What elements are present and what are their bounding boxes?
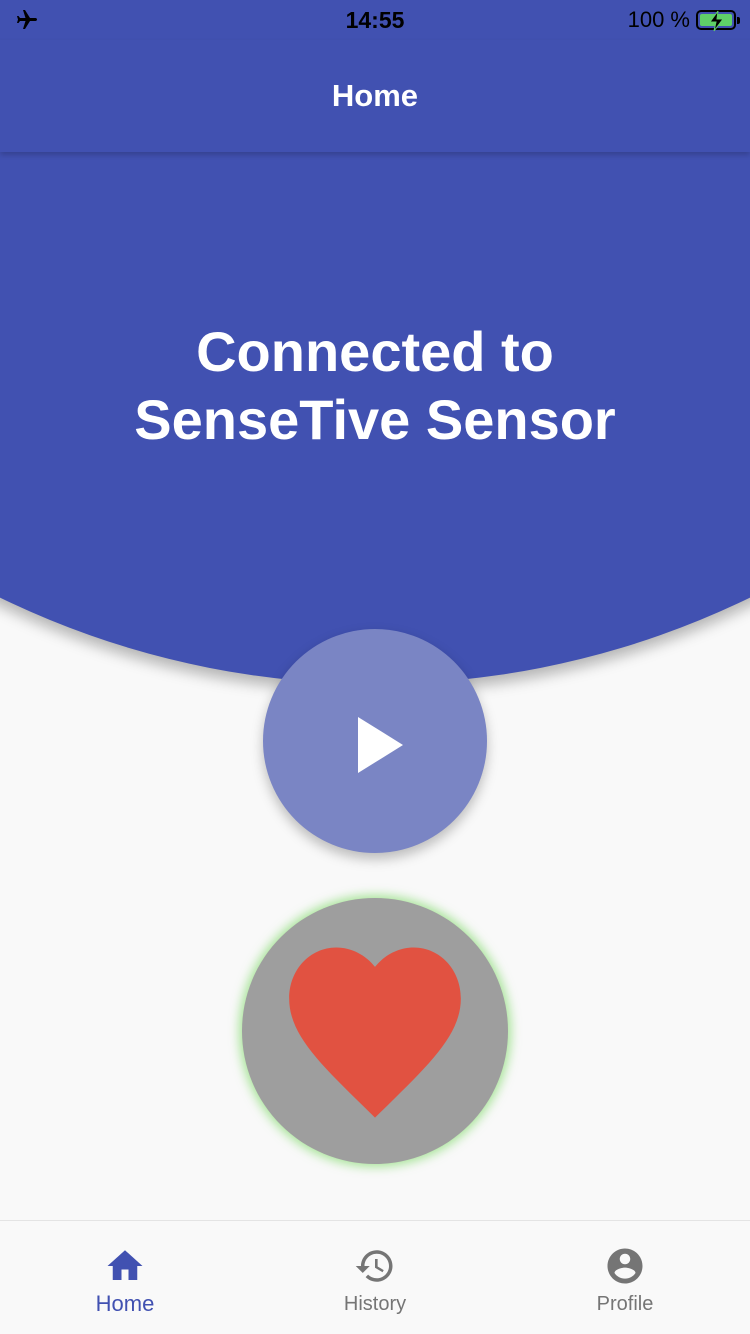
play-icon	[358, 717, 403, 773]
battery-percentage: 100 %	[627, 7, 690, 32]
nav-item-profile[interactable]: Profile	[500, 1221, 750, 1334]
history-icon	[355, 1250, 393, 1282]
page-title: Home	[331, 78, 419, 113]
connection-status: Connected to SenseTive Sensor	[0, 318, 750, 454]
battery-charging-icon	[696, 10, 740, 32]
heart-icon	[289, 947, 461, 1118]
nav-label-profile: Profile	[596, 1293, 654, 1315]
app-bar: Home	[0, 40, 750, 152]
connection-status-line2: SenseTive Sensor	[134, 388, 616, 451]
status-bar: 14:55 100 %	[0, 0, 750, 40]
bottom-navigation: Home History Profile	[0, 1220, 750, 1334]
connection-status-line1: Connected to	[196, 320, 554, 383]
nav-item-history[interactable]: History	[250, 1221, 500, 1334]
home-icon	[107, 1250, 143, 1280]
nav-item-home[interactable]: Home	[0, 1221, 250, 1334]
status-right: 100 %	[627, 7, 740, 33]
heart-indicator	[242, 898, 508, 1164]
nav-label-history: History	[343, 1293, 407, 1315]
nav-label-home: Home	[95, 1291, 155, 1316]
home-screen: 14:55 100 % Home Connected to SenseTive …	[0, 0, 750, 1334]
account-circle-icon	[607, 1248, 643, 1284]
play-button[interactable]	[263, 629, 487, 853]
